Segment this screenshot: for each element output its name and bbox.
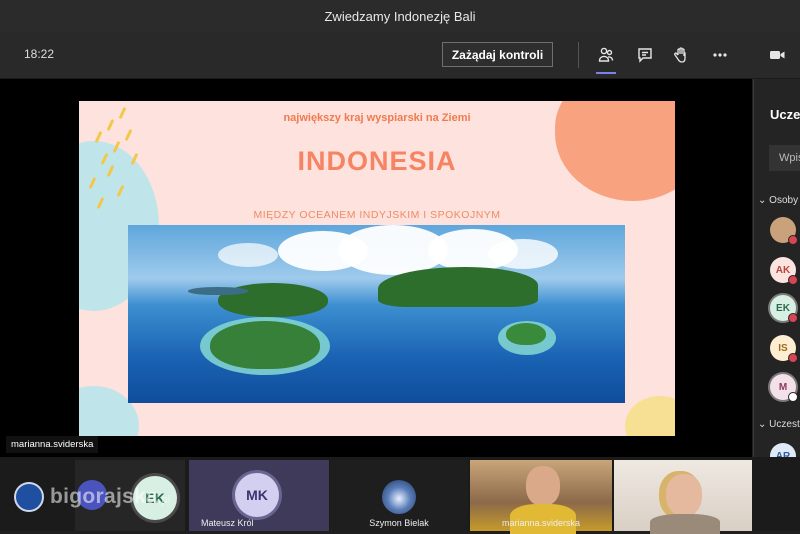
section-header-attendees[interactable]: ⌄ Uczestn — [758, 419, 800, 430]
section-header-people[interactable]: ⌄ Osoby — [758, 195, 798, 206]
avatar[interactable] — [770, 217, 798, 245]
participant-tile[interactable]: Szymon Bielak — [330, 460, 468, 531]
watermark-text: bigorajska.pl — [50, 485, 171, 508]
volcano-island — [378, 267, 538, 307]
distant-island — [188, 287, 248, 295]
participant-name: Mateusz Król — [201, 518, 254, 528]
participant-tile[interactable]: MK Mateusz Król — [189, 460, 329, 531]
participant-face — [666, 474, 702, 516]
decorative-dash — [124, 128, 133, 142]
call-duration: 18:22 — [24, 47, 55, 61]
window-title: Zwiedzamy Indonezję Bali — [324, 8, 476, 24]
call-controls-bar: 18:22 Zażądaj kontroli — [0, 32, 800, 79]
participant-body — [650, 514, 720, 534]
participant-video-tile[interactable] — [614, 460, 752, 534]
presenter-name-tag: marianna.sviderska — [6, 436, 99, 453]
presence-busy-icon — [788, 275, 798, 285]
slide-tagline: największy kraj wyspiarski na Ziemi — [283, 112, 471, 124]
window-titlebar: Zwiedzamy Indonezję Bali — [0, 0, 800, 32]
island — [506, 323, 546, 345]
cloud — [218, 243, 278, 267]
presence-status-icon — [788, 392, 798, 402]
raise-hand-icon[interactable] — [668, 42, 694, 68]
participant-search-input[interactable]: Wpis — [769, 145, 800, 171]
avatar: MK — [235, 473, 279, 517]
chat-icon[interactable] — [632, 42, 658, 68]
presence-busy-icon — [788, 353, 798, 363]
chevron-down-icon: ⌄ — [758, 419, 770, 430]
island-photo — [128, 225, 625, 403]
decorative-yellow-blob — [625, 396, 675, 436]
presence-busy-icon — [788, 313, 798, 323]
more-options-icon[interactable] — [707, 42, 733, 68]
cloud — [488, 239, 558, 269]
participant-video-tile[interactable]: marianna.sviderska — [470, 460, 612, 534]
avatar[interactable]: IS — [770, 335, 798, 363]
avatar[interactable]: AK — [770, 257, 798, 285]
watermark-logo-icon — [14, 482, 44, 512]
participants-panel: Uczes Wpis ⌄ Osoby AK EK IS M ⌄ Uczestn … — [753, 79, 800, 457]
slide-title: INDONESIA — [297, 146, 457, 176]
chevron-down-icon: ⌄ — [758, 195, 770, 206]
camera-icon[interactable] — [764, 42, 790, 68]
panel-heading: Uczes — [770, 107, 800, 122]
participant-name: Szymon Bielak — [369, 518, 429, 528]
watermark: bigorajska.pl — [14, 482, 171, 512]
request-control-button[interactable]: Zażądaj kontroli — [442, 42, 553, 67]
avatar — [382, 480, 416, 514]
island — [210, 321, 320, 369]
slide-subtitle: MIĘDZY OCEANEM INDYJSKIM I SPOKOJNYM — [253, 209, 501, 221]
presence-busy-icon — [788, 235, 798, 245]
avatar[interactable]: M — [770, 374, 798, 402]
people-icon[interactable] — [593, 42, 619, 74]
presentation-slide: największy kraj wyspiarski na Ziemi INDO… — [79, 101, 675, 436]
participant-name: marianna.sviderska — [501, 518, 581, 528]
toolbar-divider — [578, 42, 579, 68]
avatar[interactable]: EK — [770, 295, 798, 323]
participant-face — [526, 466, 560, 506]
avatar[interactable]: AR — [770, 443, 796, 457]
